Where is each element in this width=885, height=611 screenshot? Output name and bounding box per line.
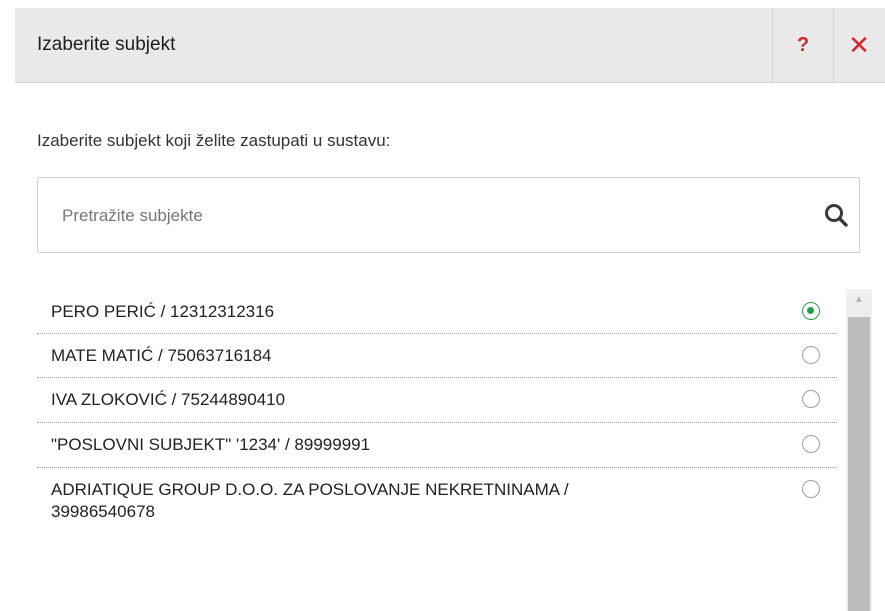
scroll-up-arrow-icon[interactable]: ▲: [846, 289, 872, 313]
subject-label: MATE MATIĆ / 75063716184: [51, 346, 272, 365]
scrollbar[interactable]: ▲: [846, 289, 872, 611]
list-item[interactable]: "POSLOVNI SUBJEKT" '1234' / 89999991: [37, 423, 837, 468]
radio-button[interactable]: [802, 346, 820, 364]
subject-label: IVA ZLOKOVIĆ / 75244890410: [51, 390, 286, 409]
list-item[interactable]: MATE MATIĆ / 75063716184: [37, 334, 837, 378]
subject-label: ADRIATIQUE GROUP D.O.O. ZA POSLOVANJE NE…: [51, 479, 569, 523]
search-icon[interactable]: [823, 202, 849, 228]
subject-label: PERO PERIĆ / 12312312316: [51, 302, 275, 321]
radio-button[interactable]: [802, 435, 820, 453]
scrollbar-thumb[interactable]: [848, 317, 870, 611]
search-input[interactable]: [38, 178, 824, 254]
search-box: [37, 177, 860, 254]
select-subject-dialog: Izaberite subjekt ? ✕ Izaberite subjekt …: [0, 0, 885, 611]
dialog-title: Izaberite subjekt: [37, 34, 176, 55]
subject-label-line: 39986540678: [51, 502, 156, 521]
radio-button[interactable]: [802, 390, 820, 408]
subject-label: "POSLOVNI SUBJEKT" '1234' / 89999991: [51, 435, 371, 454]
subject-label-line: ADRIATIQUE GROUP D.O.O. ZA POSLOVANJE NE…: [51, 480, 569, 499]
subject-list: PERO PERIĆ / 12312312316 MATE MATIĆ / 75…: [37, 289, 845, 611]
radio-button[interactable]: [802, 480, 820, 498]
list-item[interactable]: PERO PERIĆ / 12312312316: [37, 289, 837, 334]
list-item[interactable]: ADRIATIQUE GROUP D.O.O. ZA POSLOVANJE NE…: [37, 468, 837, 538]
help-button[interactable]: ?: [772, 8, 834, 82]
list-item[interactable]: IVA ZLOKOVIĆ / 75244890410: [37, 378, 837, 423]
close-button[interactable]: ✕: [833, 8, 885, 82]
instruction-text: Izaberite subjekt koji želite zastupati …: [37, 131, 391, 150]
radio-button[interactable]: [802, 302, 820, 320]
dialog-header: Izaberite subjekt ? ✕: [15, 8, 885, 83]
